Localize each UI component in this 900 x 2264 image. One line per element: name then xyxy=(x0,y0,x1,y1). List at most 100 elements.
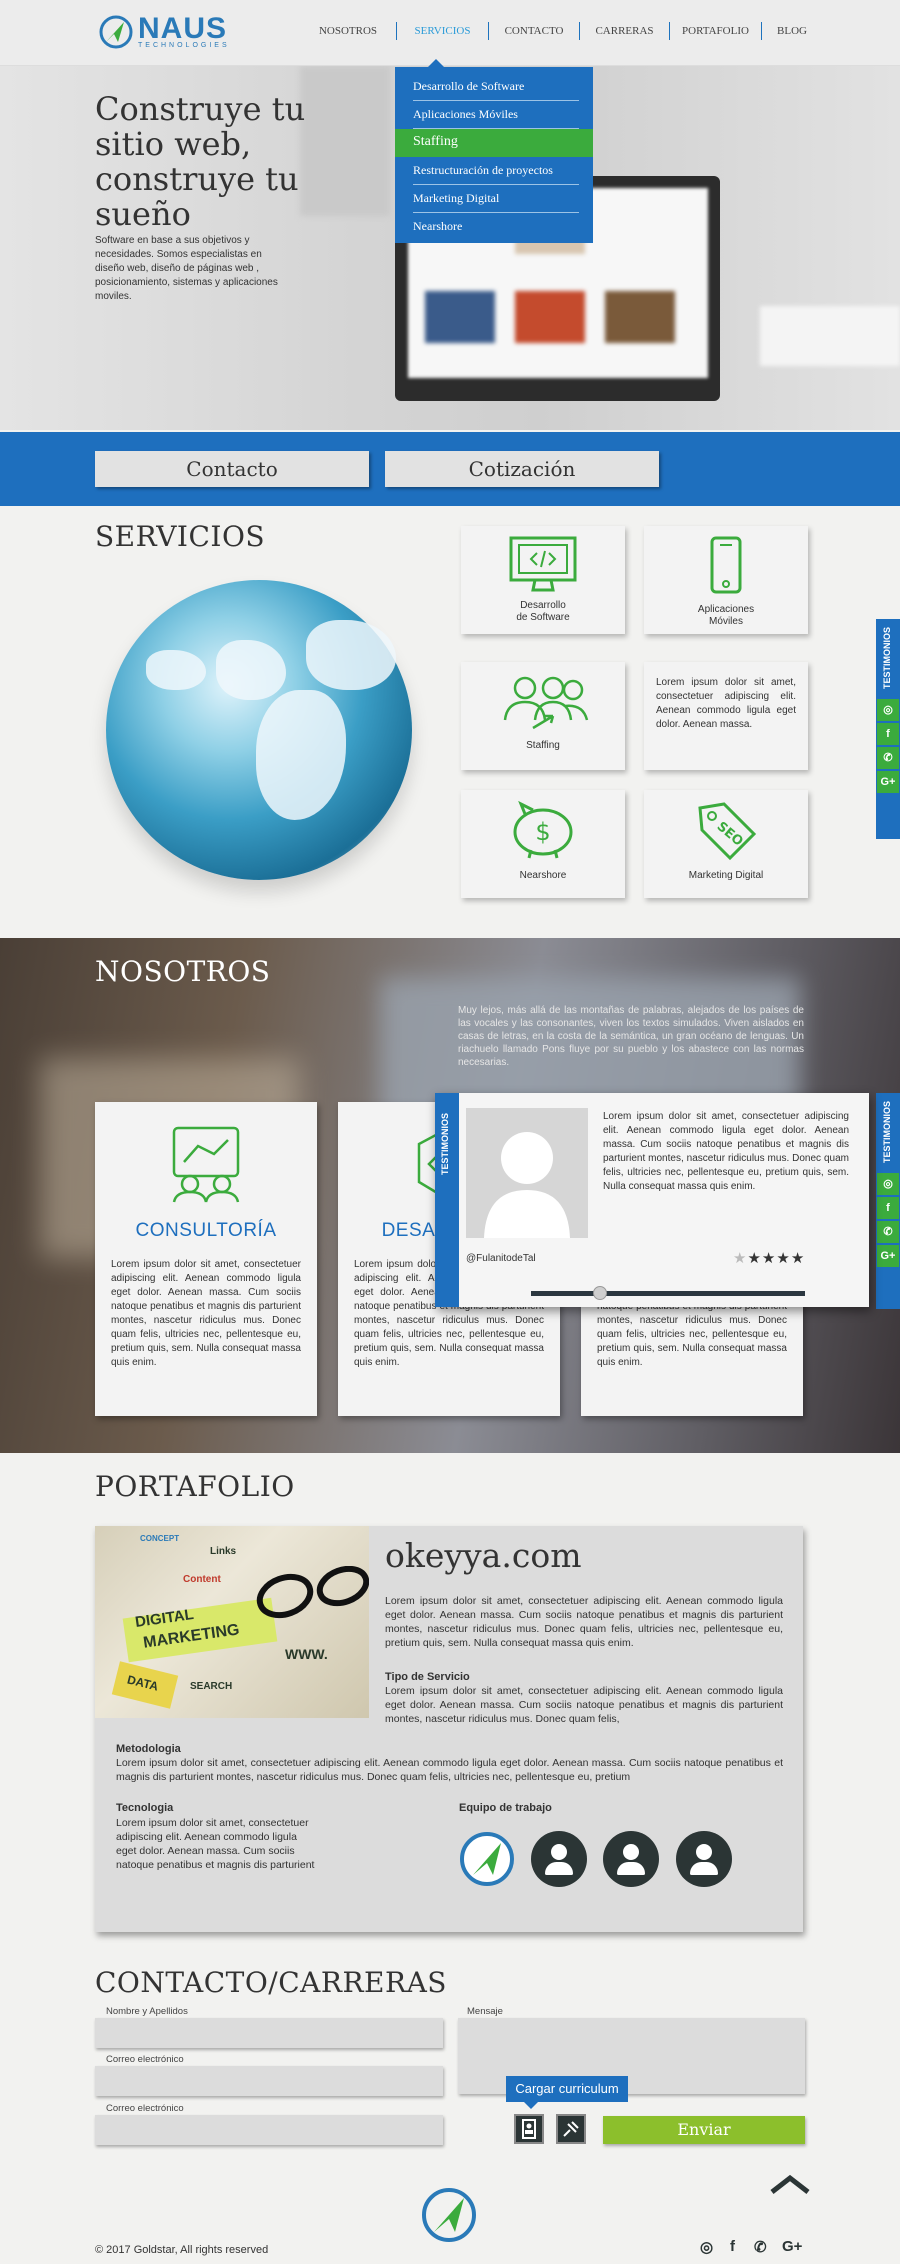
copyright: © 2017 Goldstar, All rights reserved xyxy=(95,2244,269,2256)
people-group-icon xyxy=(503,676,589,730)
image-word: Links xyxy=(210,1546,237,1557)
seo-tag-icon: SEO xyxy=(698,802,757,861)
testimonial-slider[interactable] xyxy=(531,1286,805,1300)
whatsapp-icon[interactable]: ✆ xyxy=(877,1221,899,1244)
nosotros-title: NOSOTROS xyxy=(95,955,271,988)
smartphone-icon xyxy=(710,536,742,594)
nav-portafolio[interactable]: PORTAFOLIO xyxy=(670,22,762,40)
email-field[interactable] xyxy=(95,2066,443,2096)
globe-image xyxy=(106,580,412,880)
logo-arrow-icon xyxy=(99,15,133,49)
service-card-label: Nearshore xyxy=(519,870,567,881)
side-testimonios-label: TESTIMONIOS xyxy=(882,627,892,690)
dropdown-item-restructuracion[interactable]: Restructuración de proyectos xyxy=(413,157,579,185)
attach-button[interactable] xyxy=(556,2114,586,2144)
service-card-marketing[interactable]: SEO Marketing Digital xyxy=(644,790,808,898)
contacto-title: CONTACTO/CARRERAS xyxy=(95,1966,447,1999)
dropdown-item-nearshore[interactable]: Nearshore xyxy=(413,213,579,241)
service-card-aplicaciones[interactable]: Aplicaciones Móviles xyxy=(644,526,808,634)
dropdown-caret xyxy=(428,59,444,67)
upload-document-button[interactable] xyxy=(514,2114,544,2144)
service-card-label: Aplicaciones Móviles xyxy=(697,604,755,627)
dropdown-item-desarrollo[interactable]: Desarrollo de Software xyxy=(413,73,579,101)
facebook-icon[interactable]: f xyxy=(730,2238,735,2255)
hero-screen-tile xyxy=(425,291,495,343)
tecnologia-title: Tecnologia xyxy=(116,1802,174,1814)
tipo-servicio-title: Tipo de Servicio xyxy=(385,1671,470,1683)
rating-stars: ★★★★★ xyxy=(733,1249,805,1267)
service-card-nearshore[interactable]: $ Nearshore xyxy=(461,790,625,898)
portafolio-title: PORTAFOLIO xyxy=(95,1470,295,1503)
nav-contacto[interactable]: CONTACTO xyxy=(489,22,580,40)
globe-land xyxy=(146,650,206,690)
name-field[interactable] xyxy=(95,2018,443,2048)
document-user-icon xyxy=(522,2119,536,2139)
nosotros-card-title: CONSULTORÍA xyxy=(135,1220,277,1241)
team-member-logo[interactable] xyxy=(459,1831,515,1887)
tecnologia-text: Lorem ipsum dolor sit amet, consectetuer… xyxy=(116,1817,315,1871)
dropdown-item-staffing[interactable]: Staffing xyxy=(395,129,593,157)
nosotros-card-consultoria: CONSULTORÍA Lorem ipsum dolor sit amet, … xyxy=(95,1102,317,1416)
team-member-avatar[interactable] xyxy=(603,1831,659,1887)
nav-blog[interactable]: BLOG xyxy=(762,22,822,40)
image-word: WWW. xyxy=(285,1646,328,1662)
team-member-avatar[interactable] xyxy=(531,1831,587,1887)
service-card-desarrollo[interactable]: Desarrollo de Software xyxy=(461,526,625,634)
cotizacion-button[interactable]: Cotización xyxy=(385,451,659,487)
contacto-button[interactable]: Contacto xyxy=(95,451,369,487)
whatsapp-icon[interactable]: ✆ xyxy=(754,2238,767,2256)
testimonial-author: @FulanitodeTal xyxy=(466,1253,536,1264)
service-card-text: Lorem ipsum dolor sit amet, consectetuer… xyxy=(656,677,796,730)
dropdown-item-marketing[interactable]: Marketing Digital xyxy=(413,185,579,213)
hero-text: Software en base a sus objetivos y neces… xyxy=(95,235,278,302)
google-plus-icon[interactable]: G+ xyxy=(782,2238,802,2255)
whatsapp-icon[interactable]: ✆ xyxy=(877,747,899,770)
portfolio-image[interactable]: DIGITAL MARKETING WWW. SEARCH Content Li… xyxy=(95,1526,369,1718)
svg-text:$: $ xyxy=(535,818,550,846)
metodologia-title: Metodologia xyxy=(116,1743,181,1755)
testimonial-popup: TESTIMONIOS Lorem ipsum dolor sit amet, … xyxy=(435,1093,869,1307)
instagram-icon[interactable]: ◎ xyxy=(877,1173,899,1196)
side-testimonios-label: TESTIMONIOS xyxy=(882,1101,892,1164)
instagram-icon[interactable]: ◎ xyxy=(700,2238,713,2256)
image-word: SEARCH xyxy=(190,1681,233,1692)
star-filled-icon: ★ xyxy=(761,1250,777,1267)
service-card-label: Desarrollo de Software xyxy=(516,600,570,623)
service-card-label: Marketing Digital xyxy=(688,870,764,881)
email2-field[interactable] xyxy=(95,2115,443,2145)
hero-screen-tile xyxy=(605,291,675,343)
consulting-board-icon xyxy=(172,1126,240,1203)
service-card-staffing[interactable]: Staffing xyxy=(461,662,625,770)
side-testimonios-widget[interactable]: TESTIMONIOS ◎ f ✆ G+ xyxy=(876,619,900,839)
footer-logo-icon[interactable] xyxy=(420,2186,478,2244)
globe-land xyxy=(306,620,396,690)
hero-title: Construye tu sitio web, construye tu sue… xyxy=(95,90,306,233)
dropdown-item-aplicaciones[interactable]: Aplicaciones Móviles xyxy=(413,101,579,129)
facebook-icon[interactable]: f xyxy=(877,723,899,746)
email2-label: Correo electrónico xyxy=(106,2103,184,2114)
tipo-servicio-text: Lorem ipsum dolor sit amet, consectetuer… xyxy=(385,1685,783,1725)
star-empty-icon: ★ xyxy=(733,1250,748,1267)
instagram-icon[interactable]: ◎ xyxy=(877,699,899,722)
google-plus-icon[interactable]: G+ xyxy=(877,771,899,794)
nav-servicios[interactable]: SERVICIOS xyxy=(397,22,489,40)
service-card-label: Staffing xyxy=(526,740,560,751)
scroll-top-icon[interactable] xyxy=(768,2172,812,2196)
facebook-icon[interactable]: f xyxy=(877,1197,899,1220)
team-member-avatar[interactable] xyxy=(676,1831,732,1887)
slider-thumb[interactable] xyxy=(592,1286,607,1300)
google-plus-icon[interactable]: G+ xyxy=(877,1245,899,1268)
name-label: Nombre y Apellidos xyxy=(106,2006,188,2017)
nav-carreras[interactable]: CARRERAS xyxy=(580,22,670,40)
pin-icon xyxy=(563,2121,579,2137)
user-placeholder-icon xyxy=(484,1132,570,1238)
testimonial-tab[interactable]: TESTIMONIOS xyxy=(435,1093,459,1307)
logo[interactable]: NAUS TECHNOLOGIES xyxy=(98,13,230,50)
star-filled-icon: ★ xyxy=(747,1250,762,1267)
nav-nosotros[interactable]: NOSOTROS xyxy=(300,22,397,40)
hero-book-image xyxy=(760,306,900,366)
cta-bar: Contacto Cotización xyxy=(0,432,900,506)
side-testimonios-widget[interactable]: TESTIMONIOS ◎ f ✆ G+ xyxy=(876,1093,900,1309)
cargar-curriculum-tooltip[interactable]: Cargar curriculum xyxy=(506,2076,628,2109)
enviar-button[interactable]: Enviar xyxy=(603,2116,805,2144)
